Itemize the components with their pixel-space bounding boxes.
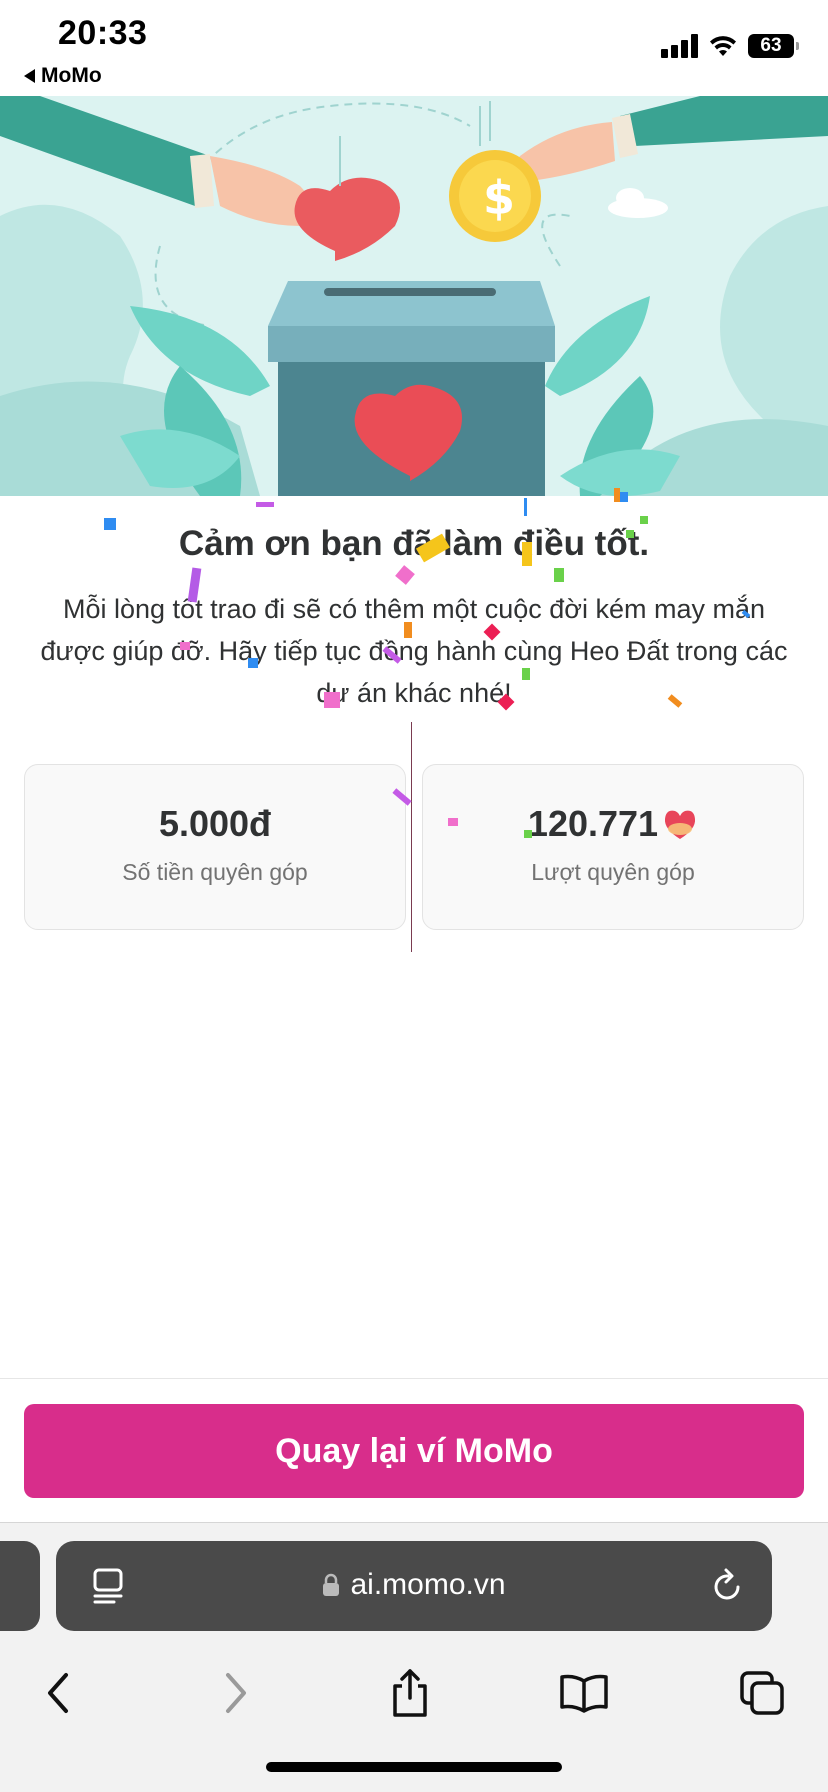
browser-toolbar bbox=[0, 1653, 828, 1733]
confetti-piece bbox=[640, 516, 648, 524]
back-triangle-icon bbox=[24, 69, 35, 83]
book-icon bbox=[560, 1674, 608, 1713]
wifi-icon bbox=[710, 36, 736, 56]
confetti-piece bbox=[395, 565, 415, 585]
back-to-app-link[interactable]: MoMo bbox=[24, 64, 102, 88]
lock-icon bbox=[323, 1573, 340, 1596]
forward-button[interactable] bbox=[206, 1663, 266, 1723]
donation-box-illustration: $ bbox=[0, 96, 828, 496]
confetti-piece bbox=[248, 658, 258, 668]
confetti-streamer bbox=[411, 722, 412, 952]
confetti-piece bbox=[104, 518, 116, 530]
back-button[interactable] bbox=[28, 1663, 88, 1723]
reload-icon[interactable] bbox=[710, 1565, 746, 1605]
url-text: ai.momo.vn bbox=[350, 1568, 506, 1601]
donation-count-value: 120.771 bbox=[527, 803, 659, 844]
bookmarks-button[interactable] bbox=[554, 1663, 614, 1723]
confetti-piece bbox=[614, 488, 620, 502]
chevron-left-icon bbox=[48, 1673, 68, 1713]
donation-amount-card: 5.000đ Số tiền quyên góp bbox=[24, 764, 406, 930]
back-to-momo-wallet-button[interactable]: Quay lại ví MoMo bbox=[24, 1404, 804, 1498]
donation-count-row: 120.771 bbox=[423, 803, 803, 845]
heart-emoji-icon bbox=[665, 810, 696, 839]
confetti-piece bbox=[524, 830, 532, 838]
svg-text:$: $ bbox=[483, 171, 515, 225]
confetti-piece bbox=[626, 530, 634, 538]
address-bar[interactable]: ai.momo.vn bbox=[56, 1541, 772, 1631]
confetti-piece bbox=[404, 622, 412, 638]
confetti-piece bbox=[448, 818, 458, 826]
confetti-piece bbox=[324, 692, 340, 708]
cellular-signal-icon bbox=[661, 34, 698, 58]
chevron-right-icon bbox=[226, 1673, 246, 1713]
hero-illustration: $ bbox=[0, 96, 828, 496]
donation-count-label: Lượt quyên góp bbox=[531, 859, 695, 885]
confetti-piece bbox=[554, 568, 564, 582]
status-time: 20:33 bbox=[58, 14, 148, 52]
donation-amount-value: 5.000đ bbox=[158, 803, 272, 844]
browser-chrome: ai.momo.vn bbox=[0, 1522, 828, 1792]
confetti-piece bbox=[524, 498, 527, 516]
confetti-piece bbox=[180, 642, 190, 650]
status-bar: 20:33 MoMo 63 bbox=[0, 0, 828, 96]
confetti-piece bbox=[522, 542, 532, 566]
back-app-label: MoMo bbox=[41, 64, 102, 87]
share-button[interactable] bbox=[380, 1663, 440, 1723]
confetti-piece bbox=[522, 668, 530, 680]
thank-you-description: Mỗi lòng tốt trao đi sẽ có thêm một cuộc… bbox=[40, 594, 788, 708]
previous-tab-preview[interactable] bbox=[0, 1541, 40, 1631]
tabs-button[interactable] bbox=[732, 1663, 792, 1723]
confetti-piece bbox=[256, 502, 274, 507]
donation-count-card: 120.771 Lượt quyên góp bbox=[422, 764, 804, 930]
donation-amount-label: Số tiền quyên góp bbox=[122, 859, 308, 885]
status-icons: 63 bbox=[661, 34, 799, 58]
thank-you-title: Cảm ơn bạn đã làm điều tốt. bbox=[178, 524, 650, 563]
share-icon bbox=[393, 1669, 427, 1717]
battery-icon: 63 bbox=[748, 34, 799, 58]
tabs-icon bbox=[740, 1671, 784, 1715]
bottom-divider bbox=[0, 1378, 828, 1379]
home-indicator bbox=[266, 1762, 562, 1772]
url-display[interactable]: ai.momo.vn bbox=[56, 1568, 772, 1602]
